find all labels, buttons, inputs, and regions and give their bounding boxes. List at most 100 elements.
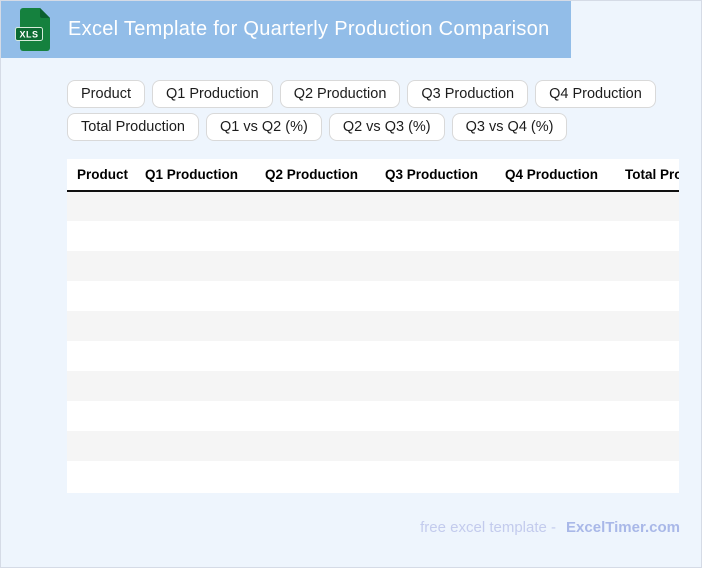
table-cell <box>145 251 265 281</box>
table-cell <box>385 311 505 341</box>
footer-brand-link[interactable]: ExcelTimer.com <box>566 518 680 538</box>
table-cell <box>67 431 145 461</box>
xls-badge-label: XLS <box>19 30 38 40</box>
table-cell <box>145 311 265 341</box>
table-cell <box>145 431 265 461</box>
table-cell <box>385 221 505 251</box>
footer: free excel template - ExcelTimer.com <box>420 518 680 538</box>
table-cell <box>505 281 625 311</box>
table-cell <box>625 281 679 311</box>
table-cell <box>385 341 505 371</box>
page: XLS Excel Template for Quarterly Product… <box>0 0 702 568</box>
chip-q3-vs-q4[interactable]: Q3 vs Q4 (%) <box>451 113 568 141</box>
table-cell <box>625 191 679 221</box>
table-cell <box>505 221 625 251</box>
table-cell <box>385 191 505 221</box>
table-cell <box>67 341 145 371</box>
table-cell <box>265 281 385 311</box>
table-row <box>67 281 679 311</box>
table-cell <box>265 401 385 431</box>
footer-tagline: free excel template - <box>420 519 557 536</box>
table-cell <box>505 341 625 371</box>
xls-file-icon: XLS <box>15 8 50 51</box>
table-cell <box>625 371 679 401</box>
table-cell <box>625 251 679 281</box>
table-cell <box>67 371 145 401</box>
table-cell <box>265 191 385 221</box>
header-banner: XLS Excel Template for Quarterly Product… <box>1 1 571 58</box>
table-cell <box>505 431 625 461</box>
table-row <box>67 431 679 461</box>
table-cell <box>625 401 679 431</box>
column-header-product: Product <box>67 159 145 192</box>
table-cell <box>385 251 505 281</box>
table-cell <box>265 431 385 461</box>
table-cell <box>145 371 265 401</box>
table-cell <box>67 221 145 251</box>
column-header-q2-production: Q2 Production <box>265 159 385 192</box>
table-row <box>67 221 679 251</box>
table-cell <box>67 191 145 221</box>
chip-q2-production[interactable]: Q2 Production <box>279 80 401 108</box>
table-row <box>67 371 679 401</box>
table-cell <box>385 371 505 401</box>
column-header-q3-production: Q3 Production <box>385 159 505 192</box>
table-cell <box>265 371 385 401</box>
table-cell <box>505 461 625 491</box>
table-header-row: Product Q1 Production Q2 Production Q3 Prod… <box>67 159 679 192</box>
field-chips: Product Q1 Production Q2 Production Q3 Prod… <box>67 80 656 141</box>
table-cell <box>385 401 505 431</box>
chip-total-production[interactable]: Total Production <box>67 113 199 141</box>
table-cell <box>265 221 385 251</box>
column-header-q1-production: Q1 Production <box>145 159 265 192</box>
preview-table: Product Q1 Production Q2 Production Q3 Prod… <box>67 159 679 491</box>
table-cell <box>265 341 385 371</box>
table-cell <box>505 191 625 221</box>
table-cell <box>67 311 145 341</box>
table-cell <box>505 311 625 341</box>
field-chips-row-1: Product Q1 Production Q2 Production Q3 Prod… <box>67 80 656 108</box>
chip-q3-production[interactable]: Q3 Production <box>407 80 529 108</box>
table-cell <box>145 341 265 371</box>
table-cell <box>67 281 145 311</box>
table-cell <box>625 431 679 461</box>
table-cell <box>385 461 505 491</box>
table-cell <box>145 191 265 221</box>
chip-q4-production[interactable]: Q4 Production <box>535 80 656 108</box>
table-cell <box>67 461 145 491</box>
table-cell <box>145 221 265 251</box>
chip-q2-vs-q3[interactable]: Q2 vs Q3 (%) <box>328 113 445 141</box>
table-cell <box>265 251 385 281</box>
table-cell <box>145 401 265 431</box>
chip-product[interactable]: Product <box>67 80 145 108</box>
column-header-total-production: Total Production <box>625 159 679 192</box>
field-chips-row-2: Total Production Q1 vs Q2 (%) Q2 vs Q3 (%)… <box>67 113 656 141</box>
chip-q1-vs-q2[interactable]: Q1 vs Q2 (%) <box>205 113 322 141</box>
table-cell <box>505 401 625 431</box>
table-row <box>67 191 679 221</box>
table-cell <box>505 251 625 281</box>
table-cell <box>67 251 145 281</box>
table-cell <box>625 341 679 371</box>
table-cell <box>67 401 145 431</box>
preview-table-container: Product Q1 Production Q2 Production Q3 Prod… <box>67 159 679 493</box>
chip-q1-production[interactable]: Q1 Production <box>151 80 273 108</box>
table-row <box>67 251 679 281</box>
table-cell <box>385 431 505 461</box>
table-cell <box>625 461 679 491</box>
table-body <box>67 191 679 491</box>
column-header-q4-production: Q4 Production <box>505 159 625 192</box>
table-row <box>67 461 679 491</box>
table-row <box>67 401 679 431</box>
table-cell <box>265 311 385 341</box>
table-row <box>67 311 679 341</box>
table-cell <box>265 461 385 491</box>
table-cell <box>625 221 679 251</box>
table-row <box>67 341 679 371</box>
page-title: Excel Template for Quarterly Production … <box>68 18 550 40</box>
table-cell <box>385 281 505 311</box>
table-cell <box>145 281 265 311</box>
table-cell <box>145 461 265 491</box>
table-cell <box>625 311 679 341</box>
table-cell <box>505 371 625 401</box>
